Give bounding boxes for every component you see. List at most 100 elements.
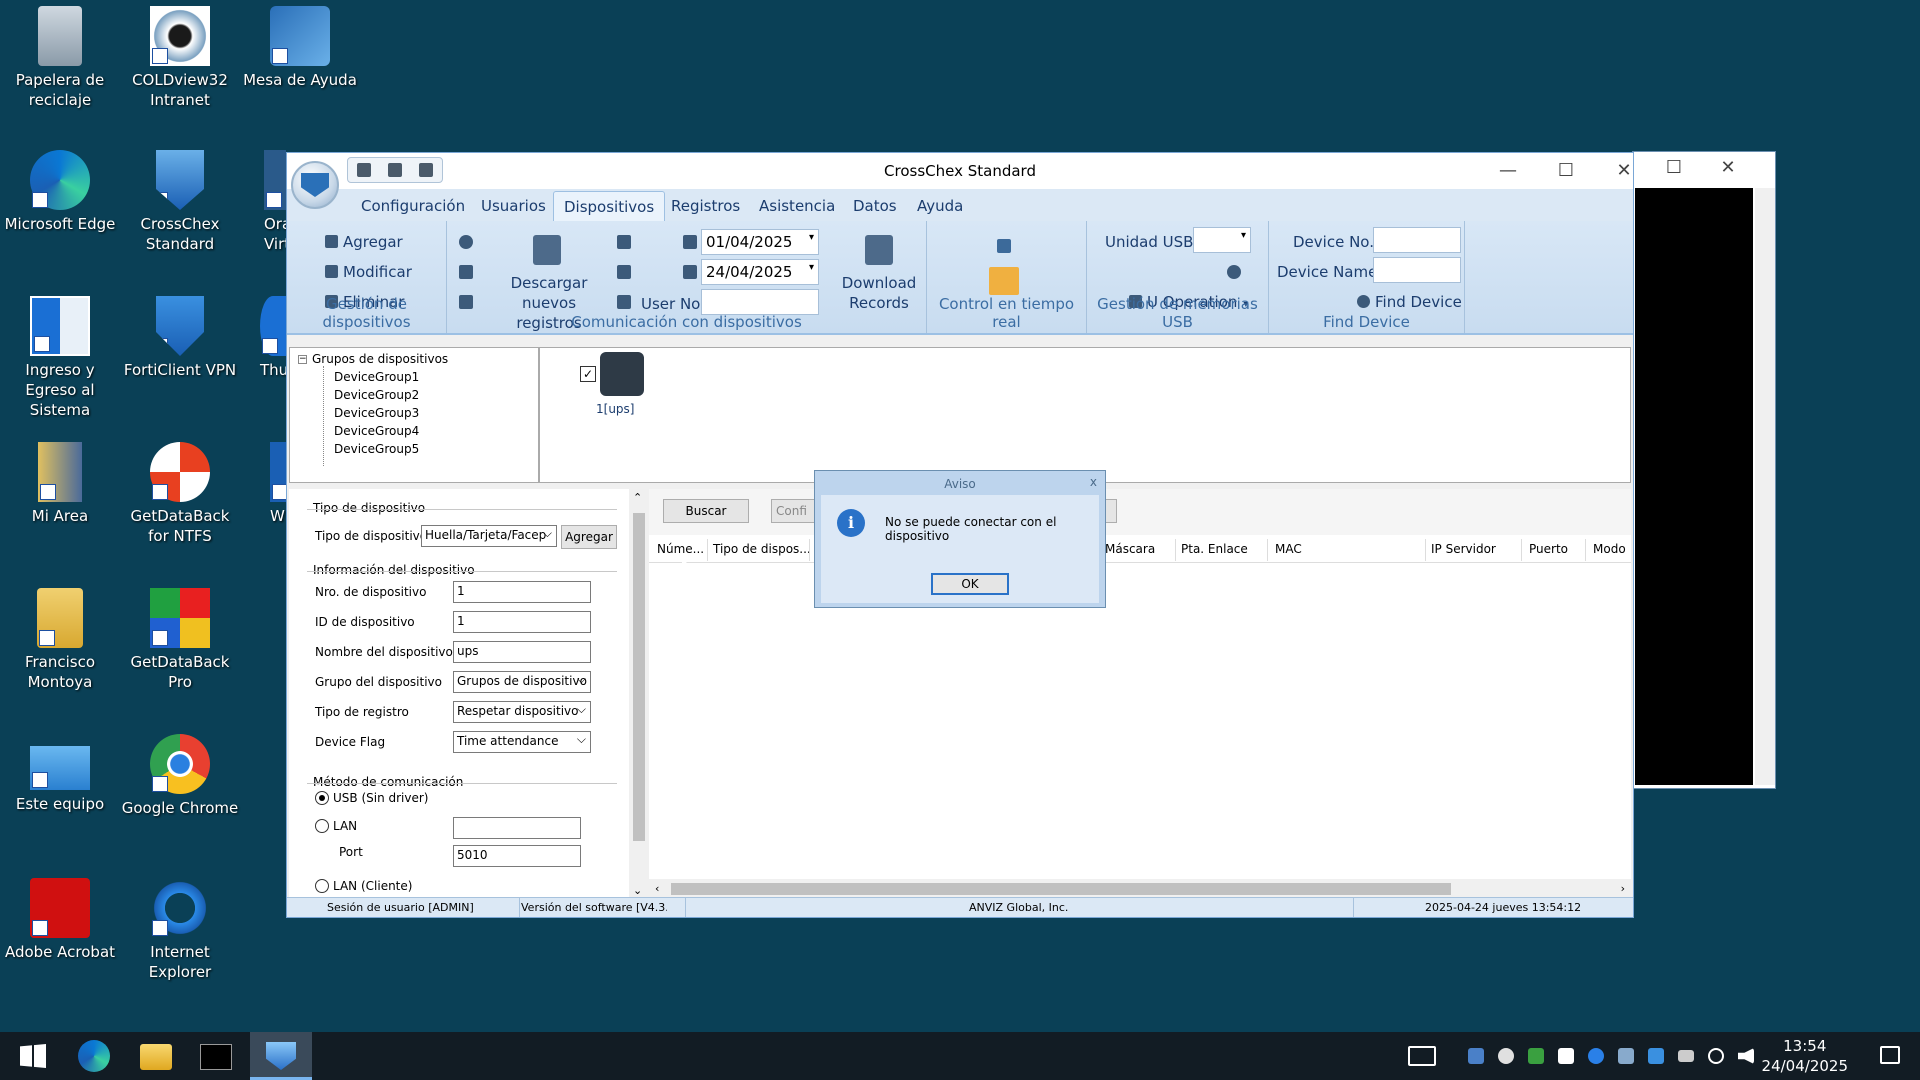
desktop-icon-edge[interactable]: Microsoft Edge	[0, 150, 120, 234]
desktop-icon-forticlient[interactable]: FortiClient VPN	[120, 296, 240, 380]
background-close-button[interactable]: ✕	[1705, 154, 1751, 182]
scroll-right-icon[interactable]: ›	[1621, 882, 1625, 895]
tree-node[interactable]: DeviceGroup5	[334, 442, 419, 456]
device-icon[interactable]	[617, 235, 631, 249]
device-name-input[interactable]	[1373, 257, 1461, 283]
desktop-icon-este-equipo[interactable]: Este equipo	[0, 734, 120, 814]
search-icon[interactable]	[1227, 265, 1241, 279]
desktop-icon-word[interactable]: W	[240, 442, 286, 526]
calendar-to-icon[interactable]	[683, 265, 697, 279]
notification-center-icon[interactable]	[1880, 1046, 1900, 1064]
start-windows-icon[interactable]	[20, 1044, 46, 1068]
menu-usuarios[interactable]: Usuarios	[481, 197, 546, 215]
tree-node[interactable]: DeviceGroup3	[334, 406, 419, 420]
save-icon[interactable]	[617, 265, 631, 279]
bluetooth-tray-icon[interactable]	[1588, 1048, 1604, 1064]
tree-node[interactable]: DeviceGroup1	[334, 370, 419, 384]
desktop-icon-thunderbird[interactable]: Thu	[240, 296, 286, 380]
desktop-icon-crosschex[interactable]: CrossChex Standard	[120, 150, 240, 254]
grid-hscrollbar[interactable]: ‹ ›	[649, 879, 1631, 899]
vpn-tray-icon[interactable]	[1618, 1048, 1634, 1064]
scroll-down-icon[interactable]: ⌄	[633, 884, 642, 897]
maximize-button[interactable]: ☐	[1543, 157, 1589, 185]
taskbar-clock[interactable]: 13:54 24/04/2025	[1762, 1036, 1848, 1076]
menu-asistencia[interactable]: Asistencia	[759, 197, 835, 215]
nro-input[interactable]: 1	[453, 581, 591, 603]
background-scrollbar[interactable]	[1755, 188, 1775, 785]
menu-ayuda[interactable]: Ayuda	[917, 197, 963, 215]
scroll-up-icon[interactable]: ⌃	[633, 491, 642, 504]
bell-icon[interactable]	[459, 295, 473, 309]
desktop-icon-chrome[interactable]: Google Chrome	[120, 734, 240, 818]
title-bar[interactable]: CrossChex Standard — ☐ ✕	[287, 153, 1633, 189]
download-records-button[interactable]: Download Records	[831, 273, 927, 313]
edge-taskbar-icon[interactable]	[78, 1040, 110, 1072]
date-to-input[interactable]: 24/04/2025 ▾	[701, 259, 819, 285]
desktop-icon-francisco[interactable]: Francisco Montoya	[0, 588, 120, 692]
user-no-input[interactable]	[701, 289, 819, 315]
background-maximize-button[interactable]: ☐	[1651, 154, 1697, 182]
link-icon[interactable]	[997, 239, 1011, 253]
unlink-icon[interactable]	[989, 267, 1019, 295]
close-button[interactable]: ✕	[1601, 157, 1633, 185]
device-label[interactable]: 1[ups]	[596, 402, 634, 416]
find-device-button[interactable]: Find Device	[1357, 293, 1462, 311]
agregar-tipo-button[interactable]: Agregar	[561, 525, 617, 549]
desktop-icon-acrobat[interactable]: Adobe Acrobat	[0, 878, 120, 962]
date-from-input[interactable]: 01/04/2025 ▾	[701, 229, 819, 255]
col-mascara[interactable]: Máscara	[1105, 542, 1155, 556]
tree-expander[interactable]: −	[298, 355, 307, 364]
clock-icon[interactable]	[459, 235, 473, 249]
menu-configuracion[interactable]: Configuración	[361, 197, 465, 215]
buscar-button[interactable]: Buscar	[663, 499, 749, 523]
battery-tray-icon[interactable]	[1678, 1050, 1694, 1062]
usb-radio[interactable]	[315, 791, 329, 805]
terminal-icon[interactable]	[600, 352, 644, 396]
desktop-icon-ingreso[interactable]: Ingreso y Egreso al Sistema	[0, 296, 120, 420]
col-pta-enlace[interactable]: Pta. Enlace	[1181, 542, 1248, 556]
lan-radio[interactable]	[315, 819, 329, 833]
terminal-taskbar-icon[interactable]	[200, 1044, 232, 1070]
desktop-icon-getdataback-pro[interactable]: GetDataBack Pro	[120, 588, 240, 692]
lan-ip-input[interactable]	[453, 817, 581, 839]
form-scrollbar[interactable]: ⌃ ⌄	[629, 489, 649, 899]
desktop-icon-mesa-ayuda[interactable]: Mesa de Ayuda	[240, 6, 360, 90]
lan-cliente-radio[interactable]	[315, 879, 329, 893]
modificar-button[interactable]: Modificar	[325, 263, 412, 281]
desktop-icon-ie[interactable]: Internet Explorer	[120, 878, 240, 982]
unidad-usb-select[interactable]: ▾	[1193, 227, 1251, 253]
flag-select[interactable]: Time attendance	[453, 731, 591, 753]
desktop-icon-oracle[interactable]: Ora Virt	[240, 150, 286, 254]
nombre-input[interactable]: ups	[453, 641, 591, 663]
scroll-left-icon[interactable]: ‹	[655, 882, 659, 895]
desktop-icon-mi-area[interactable]: Mi Area	[0, 442, 120, 526]
device-no-input[interactable]	[1373, 227, 1461, 253]
security-tray-icon[interactable]	[1558, 1048, 1574, 1064]
col-puerto[interactable]: Puerto	[1529, 542, 1568, 556]
menu-dispositivos[interactable]: Dispositivos	[553, 191, 666, 221]
defender-tray-icon[interactable]	[1468, 1048, 1484, 1064]
camera-icon[interactable]	[617, 295, 631, 309]
desktop-icon-recycle-bin[interactable]: Papelera de reciclaje	[0, 6, 120, 110]
crosschex-taskbar-button[interactable]	[250, 1032, 312, 1080]
menu-registros[interactable]: Registros	[671, 197, 740, 215]
desktop-icon-coldview[interactable]: COLDview32 Intranet	[120, 6, 240, 110]
chrome-tray-icon[interactable]	[1498, 1048, 1514, 1064]
device-checkbox[interactable]: ✓	[580, 366, 596, 382]
network-tray-icon[interactable]	[1528, 1048, 1544, 1064]
tipo-select[interactable]: Huella/Tarjeta/Facep	[421, 525, 557, 547]
dialog-close-button[interactable]: x	[1090, 475, 1097, 489]
sync-icon[interactable]	[459, 265, 473, 279]
agregar-button[interactable]: Agregar	[325, 233, 403, 251]
news-icon[interactable]	[1408, 1046, 1436, 1066]
col-modo[interactable]: Modo	[1593, 542, 1626, 556]
col-tipo[interactable]: Tipo de dispos...	[713, 542, 811, 556]
shield-tray-icon[interactable]	[1648, 1048, 1664, 1064]
tree-root[interactable]: Grupos de dispositivos	[312, 352, 448, 366]
app-menu-button[interactable]	[291, 161, 339, 209]
minimize-button[interactable]: —	[1485, 157, 1531, 185]
file-explorer-icon[interactable]	[140, 1044, 172, 1070]
col-numero[interactable]: Núme...	[657, 542, 704, 556]
calendar-from-icon[interactable]	[683, 235, 697, 249]
id-input[interactable]: 1	[453, 611, 591, 633]
